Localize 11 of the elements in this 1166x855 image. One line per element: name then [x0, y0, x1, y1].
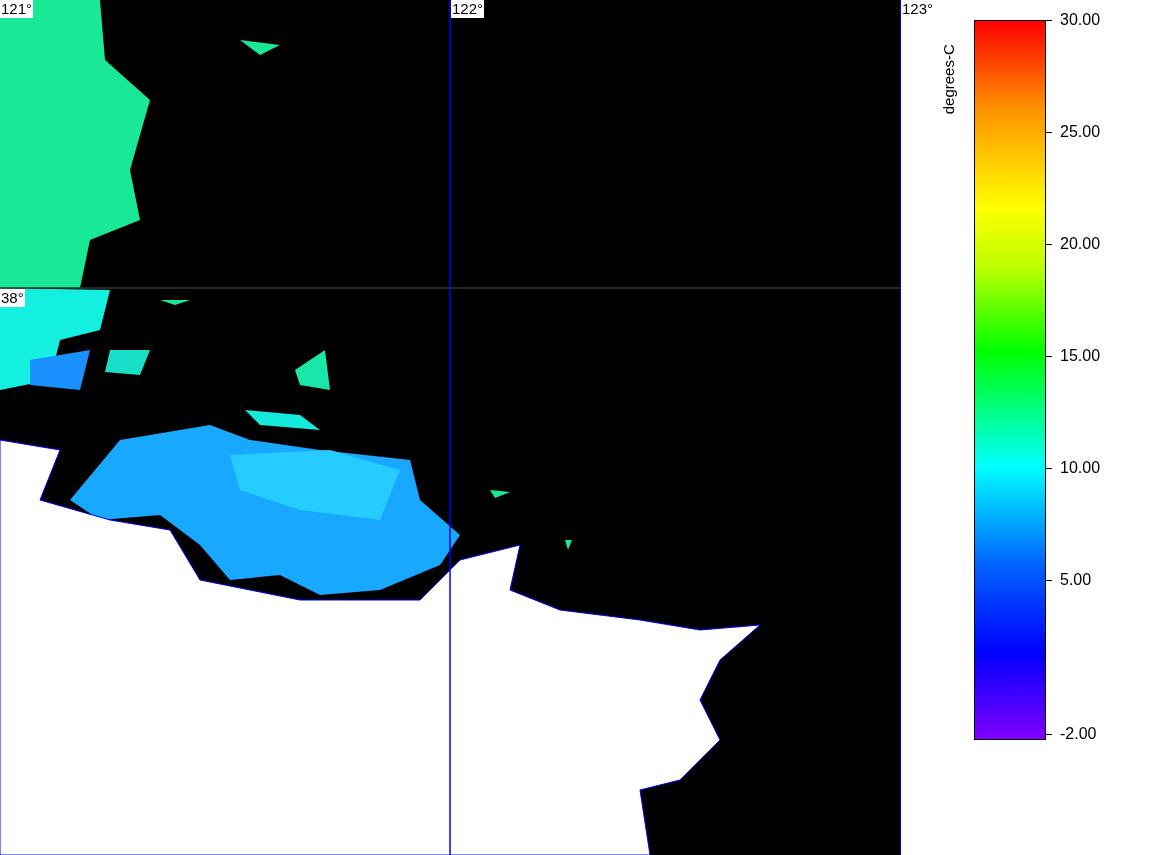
colorbar-tick-label: 25.00: [1060, 123, 1101, 141]
colorbar-tick-label: 15.00: [1060, 347, 1101, 365]
colorbar-tick-label: 5.00: [1060, 571, 1092, 589]
colorbar-tick-label: 30.00: [1060, 11, 1101, 29]
colorbar-tick-label: -2.00: [1060, 725, 1097, 743]
grid-label: 122°: [451, 0, 485, 18]
colorbar-title: degrees-C: [938, 44, 958, 115]
grid-label: 38°: [0, 289, 25, 307]
colorbar-tick-label: 10.00: [1060, 459, 1101, 477]
colorbar-tick-label: 20.00: [1060, 235, 1101, 253]
grid-label: 121°: [0, 0, 34, 18]
